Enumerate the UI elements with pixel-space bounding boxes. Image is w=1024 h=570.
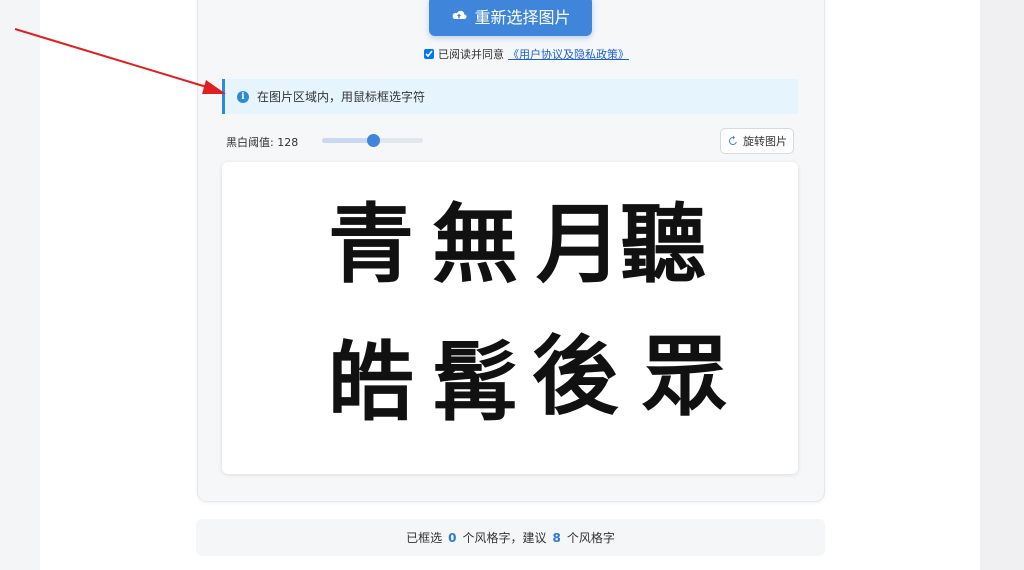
selection-status-bar: 已框选 0 个风格字，建议 8 个风格字 [196,519,825,556]
selected-count: 0 [448,530,457,545]
calligraphy-char: 月 [536,194,622,295]
agreement-text: 已阅读并同意 [438,48,504,61]
rotate-icon [728,135,737,145]
calligraphy-char: 皓 [328,332,414,433]
slider-thumb[interactable] [366,134,380,147]
calligraphy-char: 眾 [642,326,728,427]
annotation-arrow [14,28,226,94]
suggested-count: 8 [552,530,561,545]
calligraphy-char: 無 [432,194,518,295]
threshold-label: 黑白阈值: 128 [226,136,299,149]
rotate-image-button[interactable]: 旋转图片 [720,128,794,154]
status-mid: 个风格字，建议 [462,531,547,545]
image-canvas[interactable]: 青 無 月 聽 皓 髯 後 眾 [222,162,798,474]
status-prefix: 已框选 [406,531,443,545]
calligraphy-char: 髯 [432,332,518,433]
calligraphy-char: 聽 [620,194,706,295]
rotate-image-label: 旋转图片 [743,135,787,148]
calligraphy-char: 後 [532,326,618,427]
info-banner: i 在图片区域内，用鼠标框选字符 [222,79,798,114]
agreement-row: 已阅读并同意 《用户协议及隐私政策》 [424,46,629,62]
agreement-checkbox[interactable] [424,49,434,59]
threshold-slider[interactable] [322,134,423,147]
cloud-upload-icon [453,10,467,19]
slider-fill [322,138,373,143]
reselect-image-button[interactable]: 重新选择图片 [429,0,592,36]
reselect-image-label: 重新选择图片 [474,8,571,27]
right-margin [980,0,1024,570]
status-suffix: 个风格字 [566,531,615,545]
info-text: 在图片区域内，用鼠标框选字符 [257,90,426,104]
agreement-link[interactable]: 《用户协议及隐私政策》 [508,46,629,62]
calligraphy-char: 青 [328,194,414,295]
